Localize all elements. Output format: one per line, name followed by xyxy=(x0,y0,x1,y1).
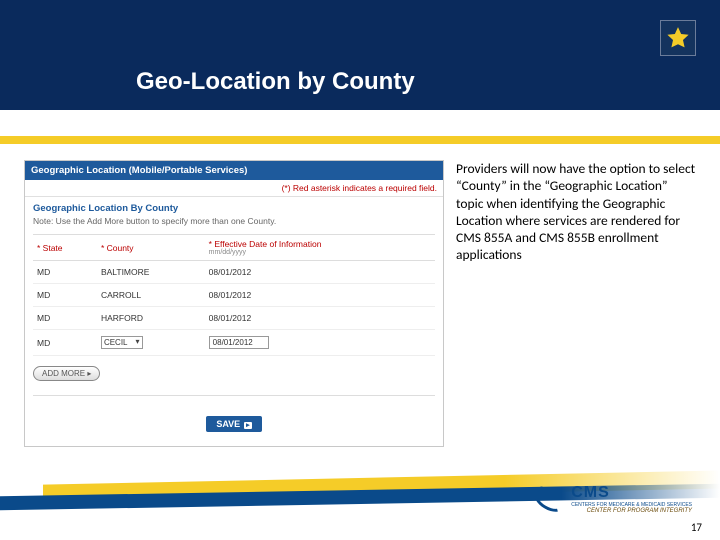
slide-description: Providers will now have the option to se… xyxy=(456,160,696,447)
cell-county: BALTIMORE xyxy=(97,261,205,284)
accent-bar xyxy=(0,136,720,144)
cell-county-select: CECIL xyxy=(97,330,205,356)
table-row: MD CARROLL 08/01/2012 xyxy=(33,284,435,307)
logo-subline: CENTER FOR PROGRAM INTEGRITY xyxy=(571,508,692,514)
save-row: SAVE▸ xyxy=(33,395,435,446)
panel-note: Note: Use the Add More button to specify… xyxy=(25,216,443,234)
cell-date: 08/01/2012 xyxy=(205,284,435,307)
county-table: * State * County * Effective Date of Inf… xyxy=(33,234,435,356)
date-format-hint: mm/dd/yyyy xyxy=(209,249,431,256)
cms-logo: CMS CENTERS FOR MEDICARE & MEDICAID SERV… xyxy=(533,484,692,514)
table-row-editable: MD CECIL 08/01/2012 xyxy=(33,330,435,356)
panel-header: Geographic Location (Mobile/Portable Ser… xyxy=(25,161,443,180)
col-date: * Effective Date of Information mm/dd/yy… xyxy=(205,235,435,261)
save-button[interactable]: SAVE▸ xyxy=(206,416,261,432)
app-screenshot: Geographic Location (Mobile/Portable Ser… xyxy=(24,160,444,447)
add-more-button[interactable]: ADD MORE ▸ xyxy=(33,366,100,381)
col-state: * State xyxy=(33,235,97,261)
cell-state: MD xyxy=(33,307,97,330)
table-row: MD BALTIMORE 08/01/2012 xyxy=(33,261,435,284)
page-number: 17 xyxy=(691,521,702,534)
cell-state: MD xyxy=(33,284,97,307)
table-row: MD HARFORD 08/01/2012 xyxy=(33,307,435,330)
content-row: Geographic Location (Mobile/Portable Ser… xyxy=(0,144,720,447)
date-input[interactable]: 08/01/2012 xyxy=(209,336,269,349)
col-county: * County xyxy=(97,235,205,261)
star-icon xyxy=(665,25,691,51)
cell-state: MD xyxy=(33,261,97,284)
star-badge xyxy=(660,20,696,56)
cell-date: 08/01/2012 xyxy=(205,261,435,284)
required-note: (*) Red asterisk indicates a required fi… xyxy=(25,180,443,197)
slide-title: Geo-Location by County xyxy=(136,68,415,96)
cell-date: 08/01/2012 xyxy=(205,307,435,330)
county-select[interactable]: CECIL xyxy=(101,336,143,349)
slide-header: Geo-Location by County xyxy=(0,0,720,110)
logo-swoosh-icon xyxy=(530,481,570,517)
cell-county: HARFORD xyxy=(97,307,205,330)
logo-acronym: CMS xyxy=(571,484,692,502)
cell-date-input: 08/01/2012 xyxy=(205,330,435,356)
chevron-right-icon: ▸ xyxy=(244,422,252,429)
cell-state: MD xyxy=(33,330,97,356)
panel-subheader: Geographic Location By County xyxy=(25,197,443,216)
cell-county: CARROLL xyxy=(97,284,205,307)
